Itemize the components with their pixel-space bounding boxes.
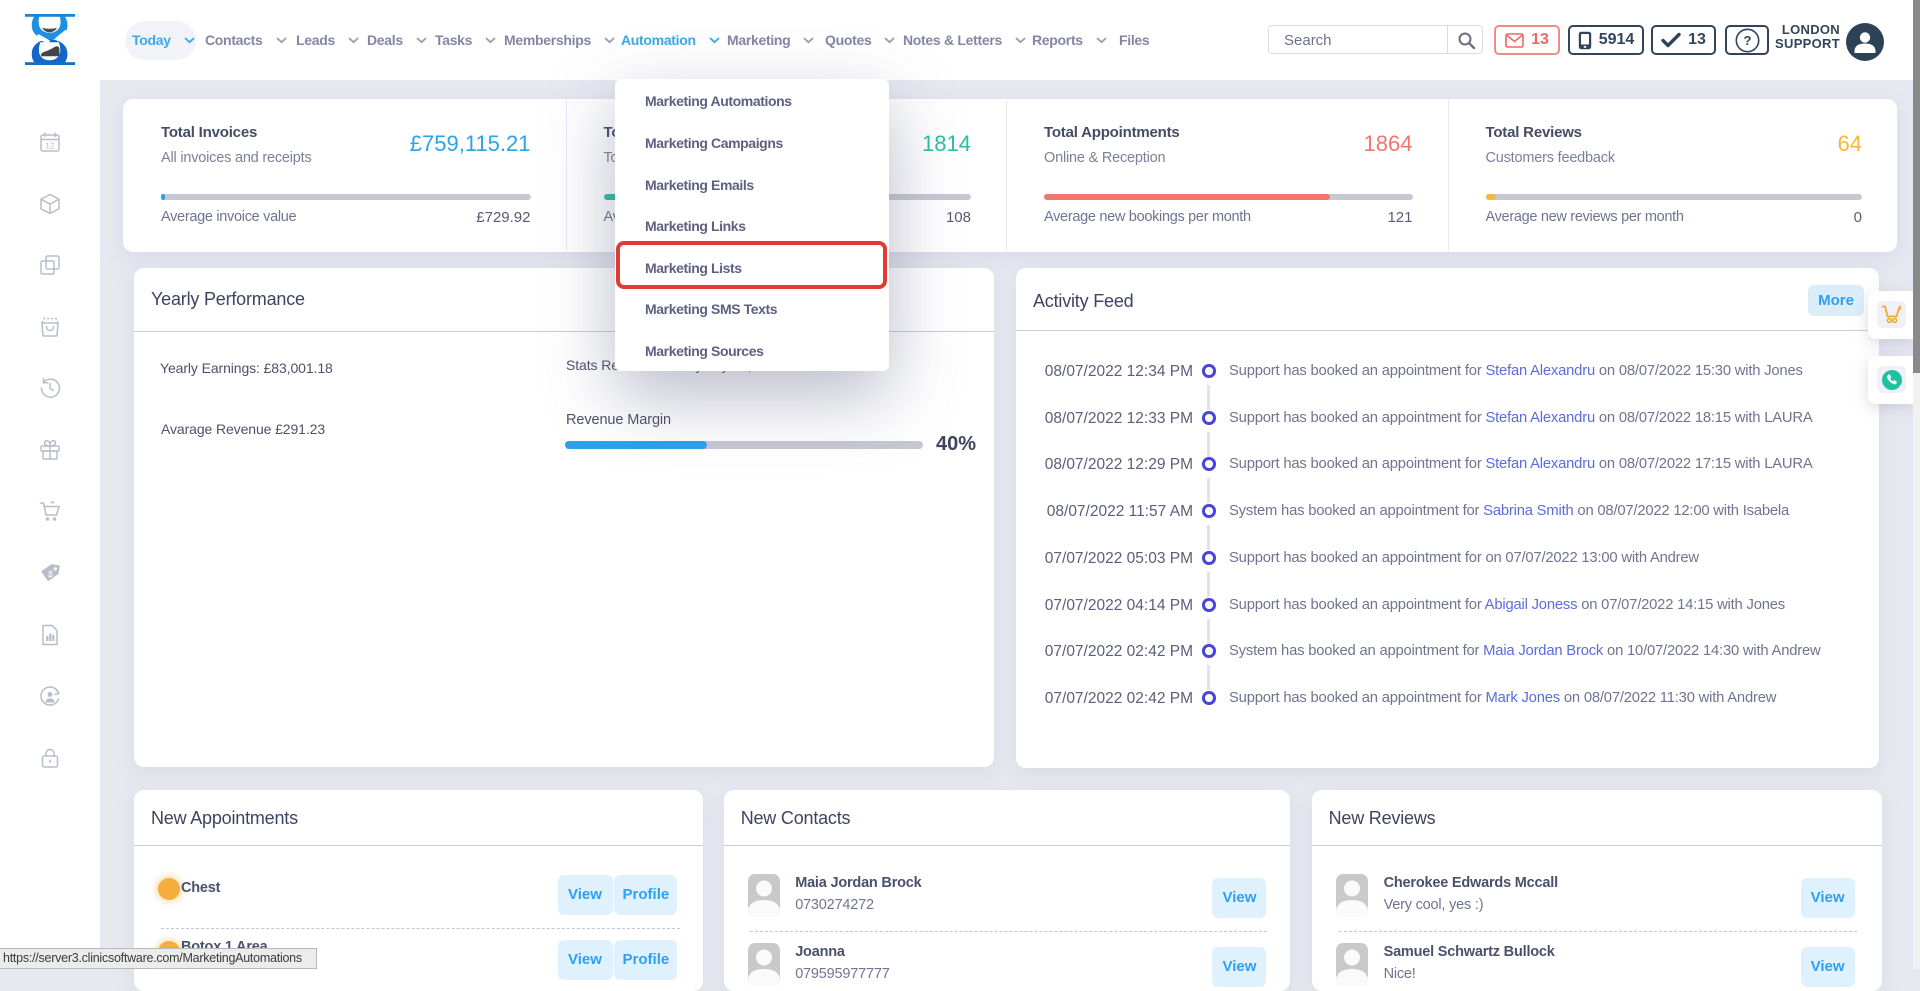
svg-text:12: 12 bbox=[45, 141, 55, 151]
